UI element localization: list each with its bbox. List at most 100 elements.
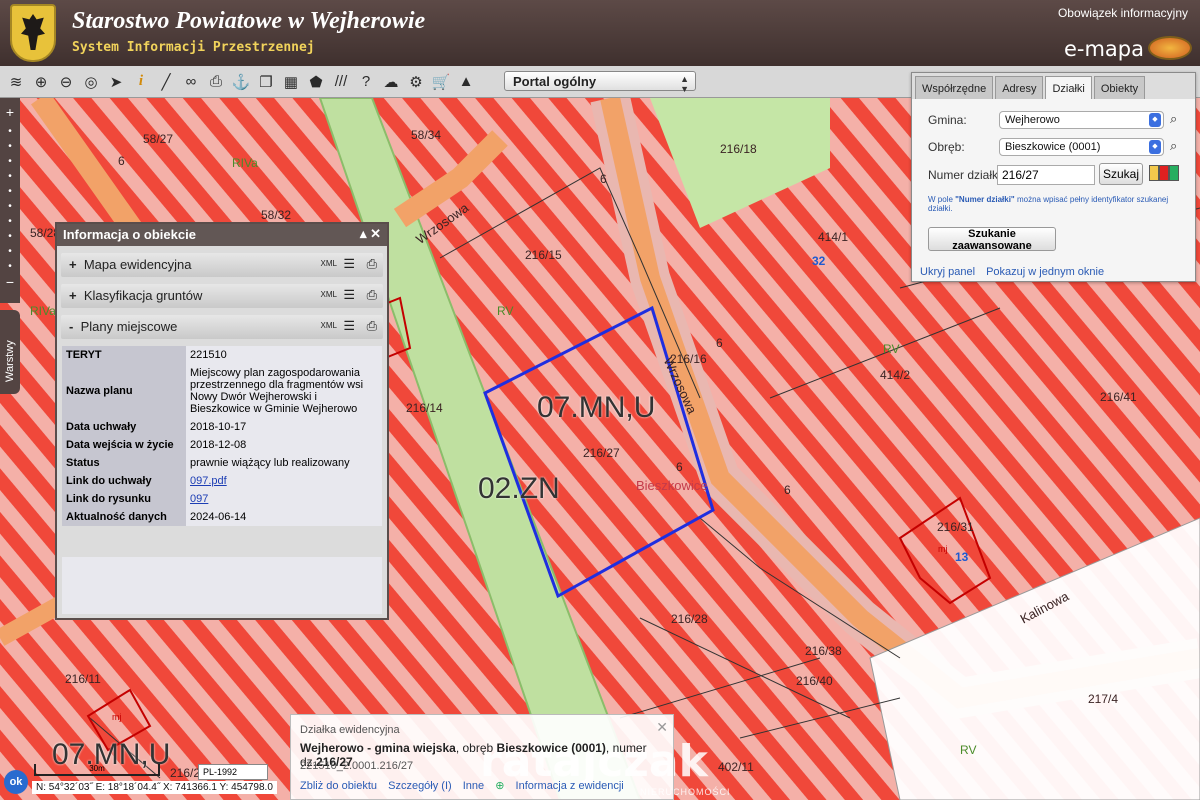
address-point-label: 13 [955, 550, 969, 564]
coat-of-arms-icon [10, 4, 56, 62]
row-key: Aktualność danych [62, 508, 186, 526]
color-swatch-green[interactable] [1169, 165, 1179, 181]
settings-icon[interactable]: ⚙ [406, 71, 426, 93]
cart-icon[interactable]: 🛒 [431, 71, 451, 93]
table-row: Link do rysunku 097 [62, 490, 382, 508]
color-swatch-red[interactable] [1159, 165, 1169, 181]
other-link[interactable]: Inne [463, 780, 484, 792]
details-link[interactable]: Szczegóły (I) [388, 780, 452, 792]
emapa-logo-icon [1148, 36, 1192, 60]
row-key: Link do uchwały [62, 472, 186, 490]
pointer-icon[interactable]: ➤ [106, 71, 126, 93]
xml-button[interactable]: XML [321, 321, 337, 330]
zoom-in-button[interactable]: + [0, 104, 20, 120]
xml-button[interactable]: XML [321, 259, 337, 268]
building-label: mj [112, 712, 122, 722]
row-value: 2024-06-14 [186, 508, 382, 526]
parcel-popup: Działka ewidencyjna ✕ Wejherowo - gmina … [290, 714, 674, 800]
parcel-number-input[interactable] [997, 165, 1095, 185]
print-icon[interactable]: ⎙ [367, 287, 377, 303]
zoom-to-object-link[interactable]: Zbliż do obiektu [300, 780, 377, 792]
parcel-label: 216/31 [937, 520, 974, 534]
tab-dzialki[interactable]: Działki [1045, 76, 1092, 99]
hatch-icon[interactable]: /// [331, 71, 351, 93]
list-icon[interactable]: ☰ [343, 287, 355, 303]
plan-details-table: TERYT 221510 Nazwa planu Miejscowy plan za… [62, 346, 382, 526]
print-icon[interactable]: ⎙ [367, 256, 377, 272]
registry-info-link[interactable]: Informacja z ewidencji [516, 780, 624, 792]
row-key: Status [62, 454, 186, 472]
terrain-icon[interactable]: ▲ [456, 71, 476, 93]
obreb-select[interactable]: Bieszkowice (0001) ◆ [999, 138, 1164, 156]
house-number-label: 6 [716, 336, 723, 350]
xml-button[interactable]: XML [321, 290, 337, 299]
layers-icon[interactable]: ≋ [6, 71, 26, 93]
table-row: Nazwa planu Miejscowy plan zagospodarowan… [62, 364, 382, 418]
search-button[interactable]: Szukaj [1099, 163, 1143, 185]
house-number-label: 6 [118, 154, 125, 168]
link-icon[interactable]: ∞ [181, 71, 201, 93]
measure-icon[interactable]: ╱ [156, 71, 176, 93]
section-mapa-ewidencyjna[interactable]: + Mapa ewidencyjna XML ☰ ⎙ [61, 253, 383, 277]
object-info-panel: Informacja o obiekcie ▴ ✕ + Mapa ewidenc… [55, 222, 389, 620]
list-icon[interactable]: ☰ [343, 256, 355, 272]
ok-button[interactable]: ok [4, 770, 28, 794]
parcel-label: 216/18 [720, 142, 757, 156]
gmina-label: Gmina: [928, 113, 967, 127]
gmina-select[interactable]: Wejherowo ◆ [999, 111, 1164, 129]
table-row: Status prawnie wiążący lub realizowany [62, 454, 382, 472]
app-subtitle: System Informacji Przestrzennej [72, 40, 315, 55]
layers-tab[interactable]: Warstwy [0, 310, 20, 394]
section-label: Klasyfikacja gruntów [83, 288, 203, 303]
print-icon[interactable]: ⎙ [367, 318, 377, 334]
single-window-link[interactable]: Pokazuj w jednym oknie [986, 266, 1104, 278]
copy-icon[interactable]: ❐ [256, 71, 276, 93]
search-hint: W pole "Numer działki" można wpisać pełn… [928, 195, 1190, 213]
section-plany-miejscowe[interactable]: - Plany miejscowe XML ☰ ⎙ [61, 315, 383, 339]
search-panel: Współrzędne Adresy Działki Obiekty Gmina… [911, 72, 1196, 282]
hint-bold: "Numer działki" [955, 195, 1015, 204]
advanced-search-button[interactable]: Szukanie zaawansowane [928, 227, 1056, 252]
row-value: Miejscowy plan zagospodarowania przestrz… [186, 364, 382, 418]
collapse-close-icons[interactable]: ▴ ✕ [360, 226, 381, 242]
cloud-icon[interactable]: ☁ [381, 71, 401, 93]
color-swatch-yellow[interactable] [1149, 165, 1159, 181]
resolution-link[interactable]: 097.pdf [190, 475, 227, 487]
info-panel-header: Informacja o obiekcie ▴ ✕ [57, 224, 387, 246]
add-icon[interactable]: ⊕ [495, 780, 504, 792]
info-panel-title: Informacja o obiekcie [63, 227, 196, 242]
locate-icon[interactable]: ⚓ [231, 71, 251, 93]
zoom-out-icon[interactable]: ⊖ [56, 71, 76, 93]
obligation-link[interactable]: Obowiązek informacyjny [1058, 6, 1188, 20]
search-icon[interactable]: ⌕ [1170, 138, 1177, 154]
close-icon[interactable]: ✕ [656, 719, 668, 736]
locality-label: Bieszkowice [636, 478, 708, 493]
search-icon[interactable]: ⌕ [1170, 111, 1177, 127]
zoom-slider[interactable]: • • • • • • • • • • [0, 124, 20, 274]
parcel-label: 217/4 [1088, 692, 1119, 706]
zone-label: 02.ZN [478, 472, 560, 505]
print-icon[interactable]: ⎙ [206, 71, 226, 93]
hide-panel-link[interactable]: Ukryj panel [920, 266, 975, 278]
zoom-in-icon[interactable]: ⊕ [31, 71, 51, 93]
crs-select[interactable]: PL-1992 [198, 764, 268, 780]
app-title: Starostwo Powiatowe w Wejherowie [72, 8, 426, 34]
parcel-label: 216/14 [406, 401, 443, 415]
tab-wspolrzedne[interactable]: Współrzędne [915, 76, 994, 99]
tag-icon[interactable]: ⬟ [306, 71, 326, 93]
portal-select[interactable]: Portal ogólny ▲ ▼ [504, 71, 696, 94]
zoom-extent-icon[interactable]: ◎ [81, 71, 101, 93]
help-icon[interactable]: ? [356, 71, 376, 93]
section-toggle: + [69, 257, 77, 272]
layers-tab-label: Warstwy [4, 340, 16, 382]
table-row: TERYT 221510 [62, 346, 382, 364]
tab-adresy[interactable]: Adresy [995, 76, 1044, 99]
list-icon[interactable]: ☰ [343, 318, 355, 334]
section-klasyfikacja-gruntow[interactable]: + Klasyfikacja gruntów XML ☰ ⎙ [61, 284, 383, 308]
popup-title: Działka ewidencyjna [300, 724, 400, 736]
zoom-out-button[interactable]: − [0, 274, 20, 290]
tab-obiekty[interactable]: Obiekty [1093, 76, 1146, 99]
info-icon[interactable]: i [131, 71, 151, 93]
drawing-link[interactable]: 097 [190, 493, 208, 505]
layout-icon[interactable]: ▦ [281, 71, 301, 93]
